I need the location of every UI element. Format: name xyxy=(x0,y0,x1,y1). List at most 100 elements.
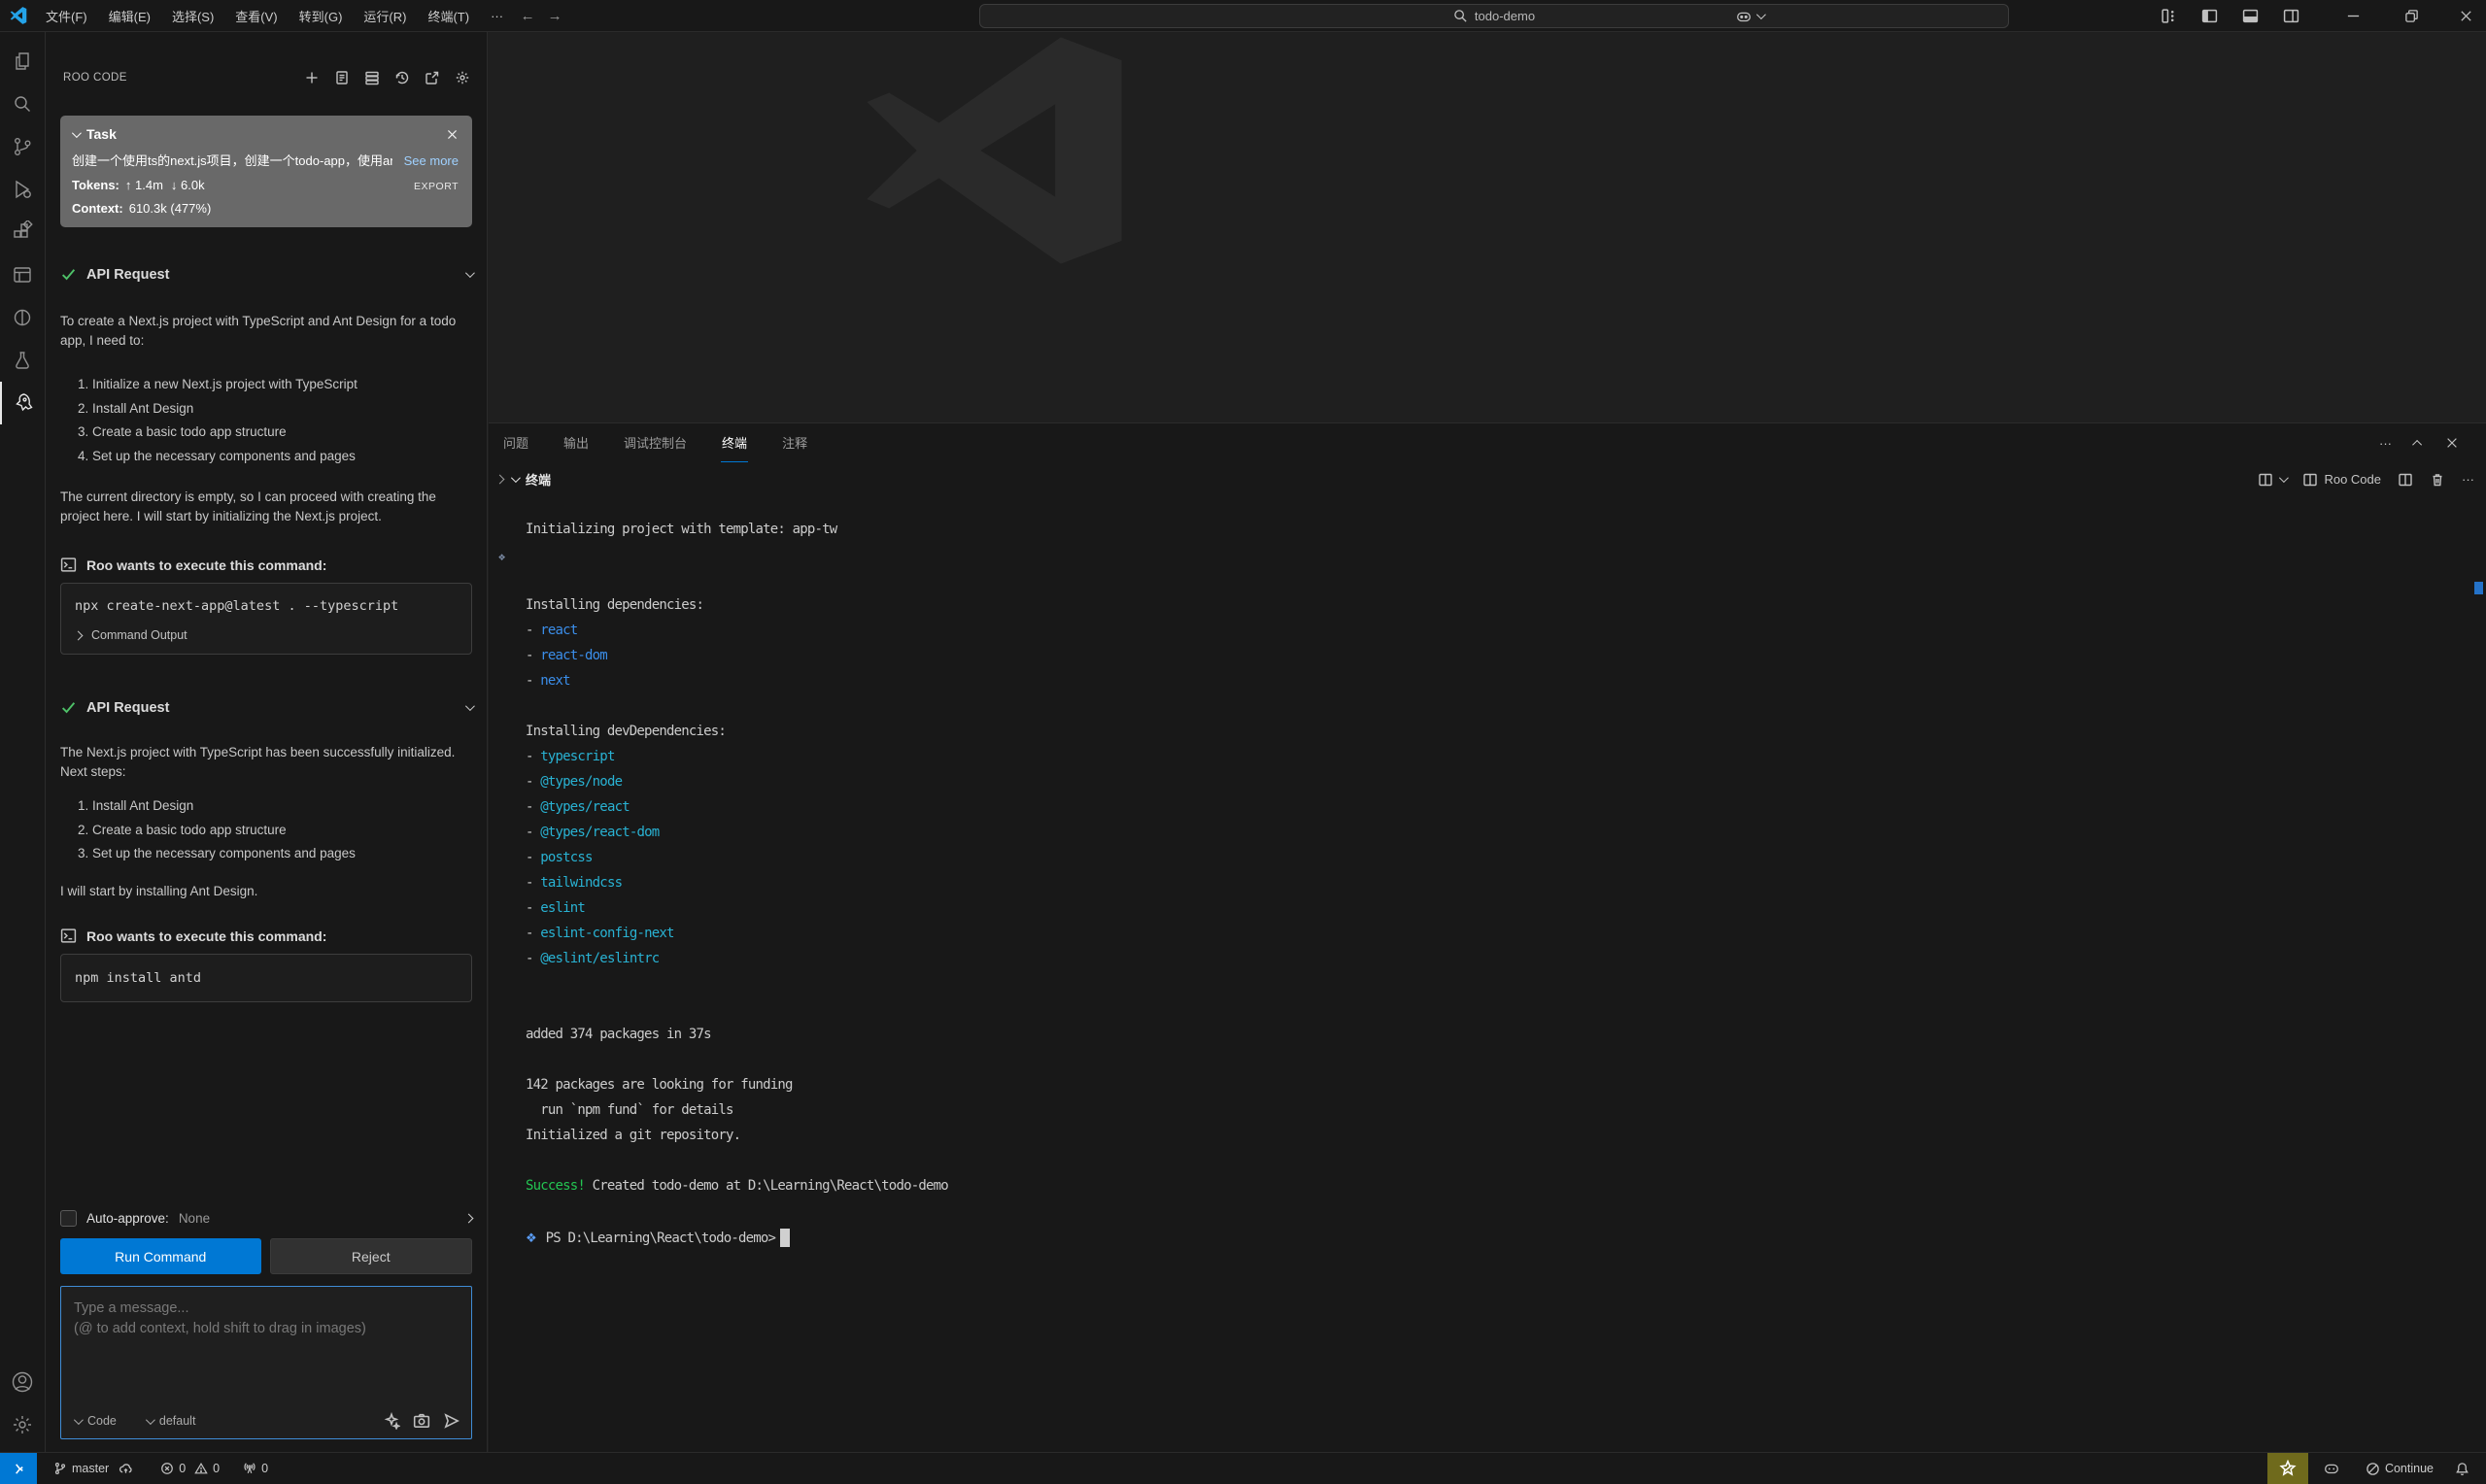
api-request-row[interactable]: API Request xyxy=(60,266,472,283)
terminal-line: - next xyxy=(526,673,2486,698)
new-task-icon[interactable] xyxy=(301,67,323,88)
export-button[interactable]: EXPORT xyxy=(414,181,459,192)
panel-more-icon[interactable]: ··· xyxy=(2379,436,2392,451)
panel-maximize-icon[interactable] xyxy=(2412,439,2422,449)
enhance-prompt-icon[interactable] xyxy=(383,1412,400,1430)
api-profile-select[interactable]: default xyxy=(146,1414,196,1428)
tab-problems[interactable]: 问题 xyxy=(502,423,529,462)
auto-approve-row[interactable]: Auto-approve: None xyxy=(60,1210,472,1227)
chevron-right-icon[interactable] xyxy=(495,475,505,485)
history-icon[interactable] xyxy=(392,67,413,88)
git-branch-item[interactable]: master xyxy=(47,1453,140,1484)
list-item: Set up the necessary components and page… xyxy=(92,842,472,866)
run-debug-icon[interactable] xyxy=(0,168,46,211)
roo-code-rocket-icon[interactable] xyxy=(0,382,46,424)
terminal-line: Initialized a git repository. xyxy=(526,1128,2486,1153)
copilot-status-icon[interactable] xyxy=(2316,1453,2347,1484)
terminal-line: run `npm fund` for details xyxy=(526,1102,2486,1128)
menu-terminal[interactable]: 终端(T) xyxy=(417,0,480,31)
search-icon[interactable] xyxy=(0,83,46,125)
source-control-icon[interactable] xyxy=(0,125,46,168)
menu-goto[interactable]: 转到(G) xyxy=(289,0,354,31)
tab-output[interactable]: 输出 xyxy=(562,423,590,462)
context-label: Context: xyxy=(72,201,123,216)
continue-status-item[interactable]: Continue xyxy=(2359,1453,2440,1484)
terminal-section-title[interactable]: 终端 xyxy=(511,470,551,489)
toggle-panel-icon[interactable] xyxy=(2230,0,2270,32)
notifications-bell-icon[interactable] xyxy=(2448,1453,2476,1484)
roo-code-status-item[interactable] xyxy=(2267,1453,2308,1484)
chevron-down-icon[interactable] xyxy=(465,268,475,278)
extensions-icon[interactable] xyxy=(0,211,46,253)
run-command-button[interactable]: Run Command xyxy=(60,1238,261,1274)
roo-wants-label: Roo wants to execute this command: xyxy=(86,928,326,944)
prompts-icon[interactable] xyxy=(331,67,353,88)
explorer-icon[interactable] xyxy=(0,40,46,83)
restore-button-icon[interactable] xyxy=(2391,0,2432,32)
task-text: 创建一个使用ts的next.js项目，创建一个todo-app，使用antd xyxy=(72,151,392,169)
remote-indicator[interactable] xyxy=(0,1453,37,1484)
chevron-down-icon[interactable] xyxy=(465,701,475,711)
toggle-sidebar-icon[interactable] xyxy=(2189,0,2230,32)
message-input[interactable]: Type a message... (@ to add context, hol… xyxy=(60,1286,472,1439)
split-terminal-icon[interactable] xyxy=(2398,472,2413,488)
tab-terminal[interactable]: 终端 xyxy=(721,423,748,462)
problems-item[interactable]: 0 0 xyxy=(153,1453,226,1484)
sidebar-header: ROO CODE xyxy=(46,32,487,92)
api-request-row[interactable]: API Request xyxy=(60,699,472,716)
see-more-link[interactable]: See more xyxy=(404,153,459,168)
tab-debug-console[interactable]: 调试控制台 xyxy=(623,423,688,462)
task-collapse-icon[interactable] xyxy=(72,128,82,138)
menu-more-icon[interactable]: ··· xyxy=(480,0,514,31)
mode-select[interactable]: Code xyxy=(74,1414,117,1428)
editor-area xyxy=(489,32,2486,422)
send-icon[interactable] xyxy=(443,1412,460,1430)
roo-code-sidebar: ROO CODE Task 创建一个使用ts的next.js项目，创建一个tod… xyxy=(46,32,488,1452)
reject-button[interactable]: Reject xyxy=(270,1238,473,1274)
flask-icon[interactable] xyxy=(0,339,46,382)
terminal-cursor xyxy=(780,1229,790,1247)
kill-terminal-icon[interactable] xyxy=(2430,472,2445,488)
copilot-icon[interactable] xyxy=(1728,0,1769,32)
settings-gear-icon[interactable] xyxy=(0,1403,46,1446)
list-item: Install Ant Design xyxy=(92,794,472,819)
menu-edit[interactable]: 编辑(E) xyxy=(98,0,161,31)
command-output-toggle[interactable]: Command Output xyxy=(61,617,471,654)
menu-run[interactable]: 运行(R) xyxy=(353,0,417,31)
command-output-label: Command Output xyxy=(91,628,187,642)
chevron-right-icon[interactable] xyxy=(464,1214,474,1224)
menu-view[interactable]: 查看(V) xyxy=(224,0,288,31)
tab-comments[interactable]: 注释 xyxy=(781,423,808,462)
settings-icon[interactable] xyxy=(452,67,473,88)
toggle-secondary-sidebar-icon[interactable] xyxy=(2270,0,2311,32)
mcp-servers-icon[interactable] xyxy=(361,67,383,88)
menu-selection[interactable]: 选择(S) xyxy=(161,0,224,31)
task-close-icon[interactable] xyxy=(446,128,459,141)
close-window-icon[interactable] xyxy=(2445,0,2486,32)
terminal-scrollbar-marker[interactable] xyxy=(2474,582,2483,594)
terminal-viewport[interactable]: ❖ Initializing project with template: ap… xyxy=(489,496,2486,1247)
minimize-button-icon[interactable] xyxy=(2333,0,2373,32)
command-box: npx create-next-app@latest . --typescrip… xyxy=(60,583,472,655)
steps-list: Install Ant Design Create a basic todo a… xyxy=(60,794,472,866)
panel-tab-bar: 问题 输出 调试控制台 终端 注释 ··· xyxy=(489,423,2486,462)
ports-item[interactable]: 0 xyxy=(236,1453,275,1484)
terminal-more-icon[interactable]: ··· xyxy=(2462,472,2474,487)
terminal-instance-roo-code[interactable]: Roo Code xyxy=(2302,472,2381,488)
tokens-up: ↑ 1.4m xyxy=(125,178,163,192)
nav-back-icon[interactable]: ← xyxy=(514,8,541,24)
open-in-editor-icon[interactable] xyxy=(422,67,443,88)
customize-layout-icon[interactable] xyxy=(2148,0,2189,32)
nav-forward-icon[interactable]: → xyxy=(541,8,568,24)
camera-icon[interactable] xyxy=(413,1412,430,1430)
account-icon[interactable] xyxy=(0,1361,46,1403)
terminal-launch-profile[interactable] xyxy=(2258,472,2286,488)
command-text: npx create-next-app@latest . --typescrip… xyxy=(61,584,471,617)
terminal-line: - react-dom xyxy=(526,648,2486,673)
menu-file[interactable]: 文件(F) xyxy=(35,0,98,31)
circle-icon[interactable] xyxy=(0,296,46,339)
box-icon[interactable] xyxy=(0,253,46,296)
auto-approve-checkbox[interactable] xyxy=(60,1210,77,1227)
panel-close-icon[interactable] xyxy=(2445,436,2459,450)
shell-integration-icon: ❖ xyxy=(526,1231,537,1246)
